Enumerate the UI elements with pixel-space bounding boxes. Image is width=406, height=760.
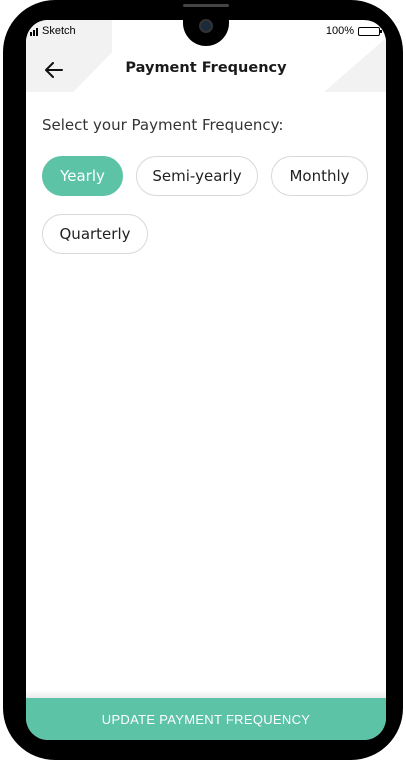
frequency-prompt: Select your Payment Frequency: [42,116,284,134]
phone-frame: Sketch 100% Payment Frequency Select you… [3,0,403,760]
signal-icon [30,27,38,36]
speaker-grille [183,4,229,7]
power-button [397,155,403,223]
volume-up-button [3,157,9,203]
volume-down-button [3,220,9,266]
page-title: Payment Frequency [125,60,287,76]
frequency-options: Yearly Semi-yearly Monthly Quarterly [42,156,377,254]
app-header: Payment Frequency [26,48,386,92]
option-yearly[interactable]: Yearly [42,156,123,196]
carrier-label: Sketch [42,25,76,37]
status-left: Sketch [30,25,76,37]
status-right: 100% [325,25,382,37]
option-semi-yearly[interactable]: Semi-yearly [136,156,258,196]
bottom-shadow [26,690,386,698]
update-payment-frequency-button[interactable]: UPDATE PAYMENT FREQUENCY [26,698,386,740]
option-monthly[interactable]: Monthly [271,156,368,196]
battery-percent: 100% [325,25,354,37]
battery-icon [358,26,382,36]
option-quarterly[interactable]: Quarterly [42,214,148,254]
app-screen: Sketch 100% Payment Frequency Select you… [26,20,386,740]
front-camera [199,19,213,33]
